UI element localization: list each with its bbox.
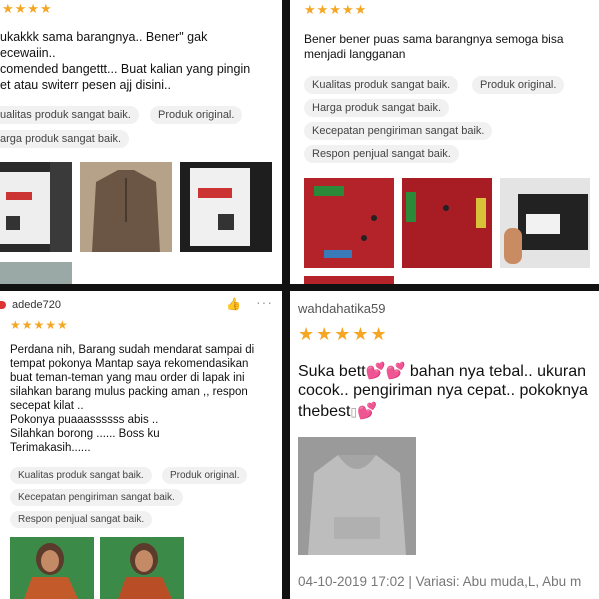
review-text-line: Terimakasih......: [10, 442, 91, 454]
review-card-1: ★★★★ ukakkk sama barangnya.. Bener" gak …: [0, 0, 282, 284]
review-tag: Respon penjual sangat baik.: [304, 145, 459, 163]
review-text-line: tempat pokonya Mantap saya rekomendasika…: [10, 358, 249, 370]
review-text-line: buat teman-teman yang mau order di lapak…: [10, 372, 245, 384]
review-text-line: silahkan barang mulus packing aman ,, re…: [10, 386, 248, 398]
review-text-line: Perdana nih, Barang sudah mendarat sampa…: [10, 344, 255, 356]
review-tag: Produk original.: [150, 106, 243, 124]
heart-emoji-icon: 💕💕: [365, 361, 406, 380]
review-photo-red-sweater[interactable]: [304, 178, 394, 268]
review-photo-person[interactable]: [100, 537, 184, 599]
review-photo-grey-hoodie[interactable]: [298, 437, 416, 555]
review-tag: Respon penjual sangat baik.: [10, 511, 153, 528]
reviewer-username: adede720: [12, 299, 61, 311]
review-card-2: ★★★★★ Bener bener puas sama barangnya se…: [290, 0, 599, 284]
review-tag: Harga produk sangat baik.: [304, 99, 450, 117]
review-tag: arga produk sangat baik.: [0, 130, 130, 148]
review-tag: Kualitas produk sangat baik.: [10, 467, 152, 484]
reviewer-username: wahdahatika59: [298, 301, 386, 316]
review-photo-sweater[interactable]: [80, 162, 172, 252]
avatar: [0, 301, 6, 309]
review-text-line: comended bangettt... Buat kalian yang pi…: [0, 62, 251, 76]
review-tag: Kecepatan pengiriman sangat baik.: [304, 122, 493, 140]
review-photo-more[interactable]: [304, 276, 394, 284]
review-text-line: menjadi langganan: [304, 47, 406, 61]
more-options-icon[interactable]: ···: [256, 294, 273, 310]
review-text-line-3: thebest▯💕: [298, 401, 377, 422]
review-tag: Kecepatan pengiriman sangat baik.: [10, 489, 183, 506]
like-icon[interactable]: 👍: [226, 297, 241, 311]
rating-stars: ★★★★★: [10, 318, 69, 332]
review-tag: Produk original.: [162, 467, 248, 484]
review-text: bahan nya tebal.. ukuran: [405, 363, 587, 380]
review-photo-package[interactable]: [0, 162, 72, 252]
review-card-3: adede720 👍 ··· ★★★★★ Perdana nih, Barang…: [0, 291, 282, 599]
review-text-line-1: Suka bett💕💕 bahan nya tebal.. ukuran: [298, 361, 586, 382]
review-photo-package[interactable]: [500, 178, 590, 268]
review-tag: ualitas produk sangat baik.: [0, 106, 139, 124]
review-photo-package[interactable]: [180, 162, 272, 252]
review-photo-person[interactable]: [10, 537, 94, 599]
review-text-line: ecewaiin..: [0, 46, 56, 60]
review-meta: 04-10-2019 17:02 | Variasi: Abu muda,L, …: [298, 574, 582, 589]
rating-stars: ★★★★★: [304, 3, 368, 18]
heart-emoji-icon: 💕: [357, 401, 378, 420]
review-text-line: Pokonya puaaassssss abis ..: [10, 414, 159, 426]
review-text-line: Bener bener puas sama barangnya semoga b…: [304, 32, 564, 46]
review-photo-red-sweater[interactable]: [402, 178, 492, 268]
review-tag: Produk original.: [472, 76, 565, 94]
review-text-line: et atau switerr pesen ajj disini..: [0, 78, 171, 92]
rating-stars: ★★★★★: [298, 324, 389, 345]
review-text-line: secepat kilat ..: [10, 400, 84, 412]
review-text-line: ukakkk sama barangnya.. Bener" gak: [0, 30, 208, 44]
rating-stars: ★★★★: [2, 2, 53, 17]
review-tag: Kualitas produk sangat baik.: [304, 76, 459, 94]
review-text-line-2: cocok.. pengiriman nya cepat.. pokoknya: [298, 382, 588, 399]
review-photo-more[interactable]: [0, 262, 72, 284]
review-card-4: wahdahatika59 ★★★★★ Suka bett💕💕 bahan ny…: [290, 291, 599, 599]
review-text: Suka bett: [298, 363, 366, 380]
review-text-line: Silahkan borong ...... Boss ku: [10, 428, 160, 440]
review-text: thebest: [298, 403, 351, 420]
